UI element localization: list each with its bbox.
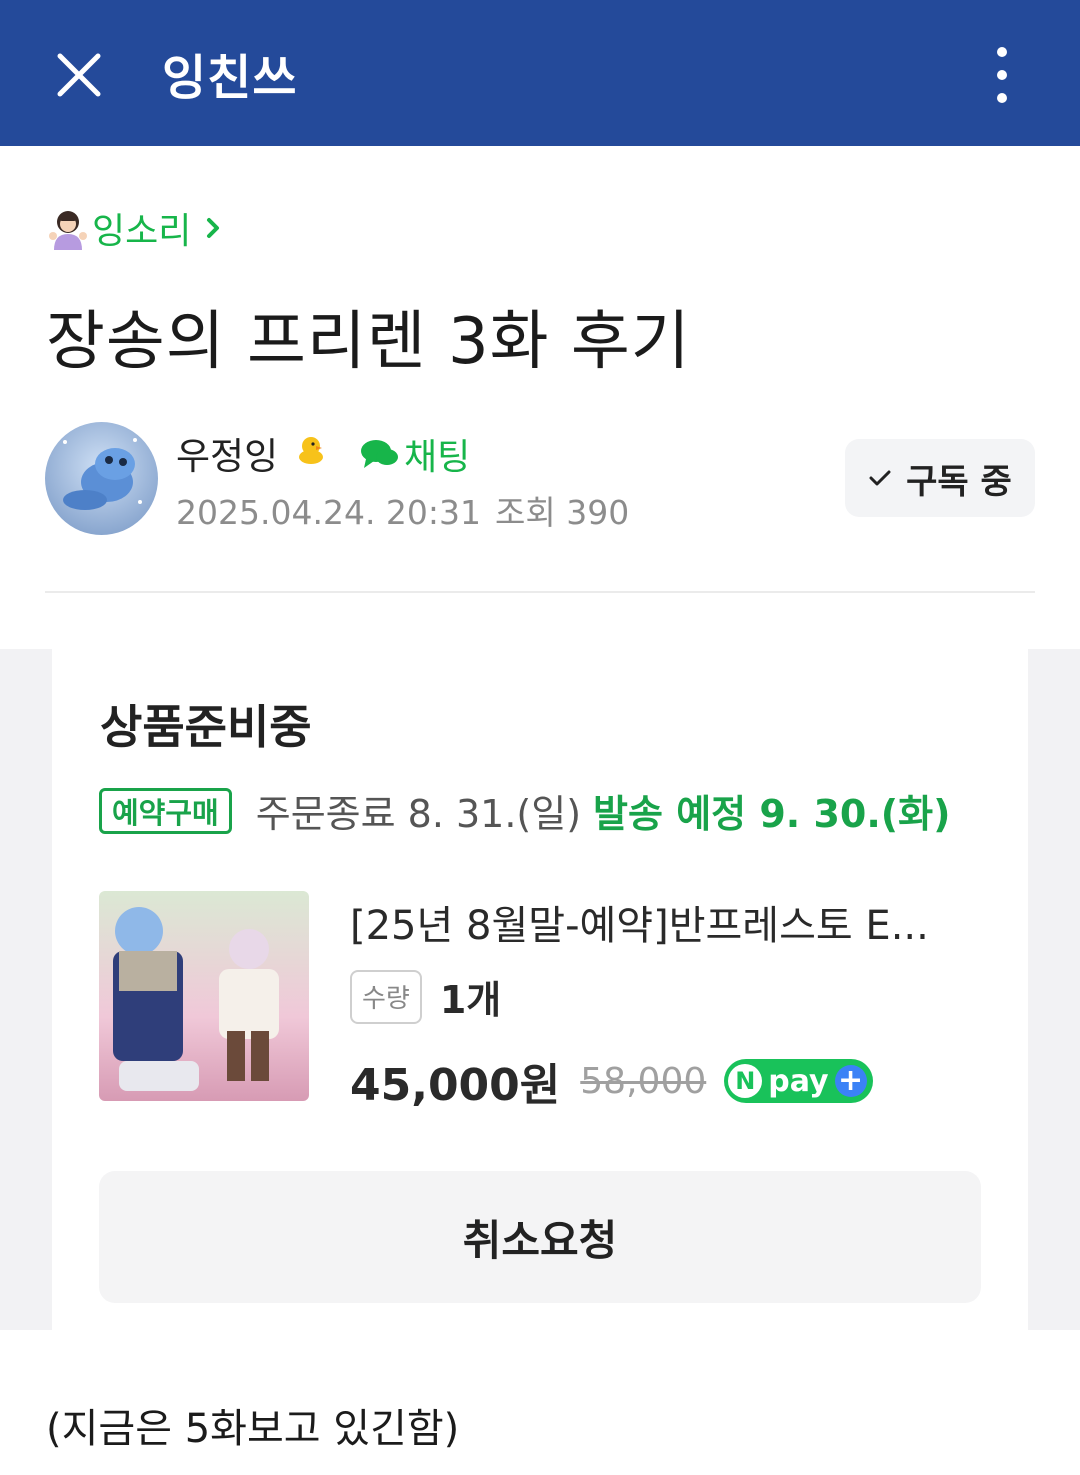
original-price: 58,000 [580,1060,707,1102]
cafe-title[interactable]: 잉친쓰 [162,38,297,108]
chat-bubble-icon [361,440,398,468]
app-header: 잉친쓰 [0,0,1080,146]
naver-n-icon: N [728,1064,763,1098]
cancel-request-button[interactable]: 취소요청 [99,1171,981,1303]
product-card: 상품준비중 예약구매 주문종료 8. 31.(일) 발송 예정 9. 30.(화… [52,649,1028,1330]
post-title: 장송의 프리렌 3화 후기 [46,305,691,379]
chick-badge-icon [299,437,323,464]
reserve-badge: 예약구매 [99,787,232,834]
close-icon[interactable] [52,48,106,102]
quantity-label: 수량 [350,969,422,1024]
divider [45,591,1035,593]
author-name[interactable]: 우정잉 [176,426,278,480]
product-name[interactable]: [25년 8월말-예약]반프레스토 E... [350,893,970,951]
shrug-person-emoji-icon [49,211,87,250]
chevron-right-icon [207,218,220,238]
npay-label: pay [768,1063,829,1099]
price-info: 45,000원 58,000 N pay + [350,1049,873,1113]
order-status-title: 상품준비중 [100,700,312,754]
more-options-icon[interactable] [980,44,1024,106]
category-label: 잉소리 [92,211,192,252]
chat-button[interactable]: 채팅 [360,428,470,480]
npay-badge: N pay + [724,1059,873,1103]
subscribe-button[interactable]: 구독 중 [845,439,1035,517]
shipping-date: 발송 예정 9. 30.(화) [593,792,951,836]
cancel-request-label: 취소요청 [462,1215,618,1265]
post-views: 조회 390 [495,493,630,532]
subscribe-label: 구독 중 [906,461,1012,502]
post-body-text: (지금은 5화보고 있긴함) [46,1406,460,1452]
sale-price: 45,000원 [350,1060,561,1111]
post-meta: 2025.04.24. 20:31 조회 390 [176,486,643,534]
category-link[interactable]: 잉소리 [46,204,225,252]
product-image[interactable] [99,891,309,1101]
order-info: 예약구매 주문종료 8. 31.(일) 발송 예정 9. 30.(화) [99,783,950,838]
chat-label: 채팅 [404,437,471,478]
plus-icon: + [834,1065,867,1097]
quantity-value: 1개 [439,978,502,1022]
avatar[interactable] [45,422,158,535]
post-date: 2025.04.24. 20:31 [176,493,482,532]
order-end-date: 주문종료 8. 31.(일) [255,792,582,836]
check-icon [869,470,891,486]
quantity-info: 수량 1개 [350,969,501,1024]
